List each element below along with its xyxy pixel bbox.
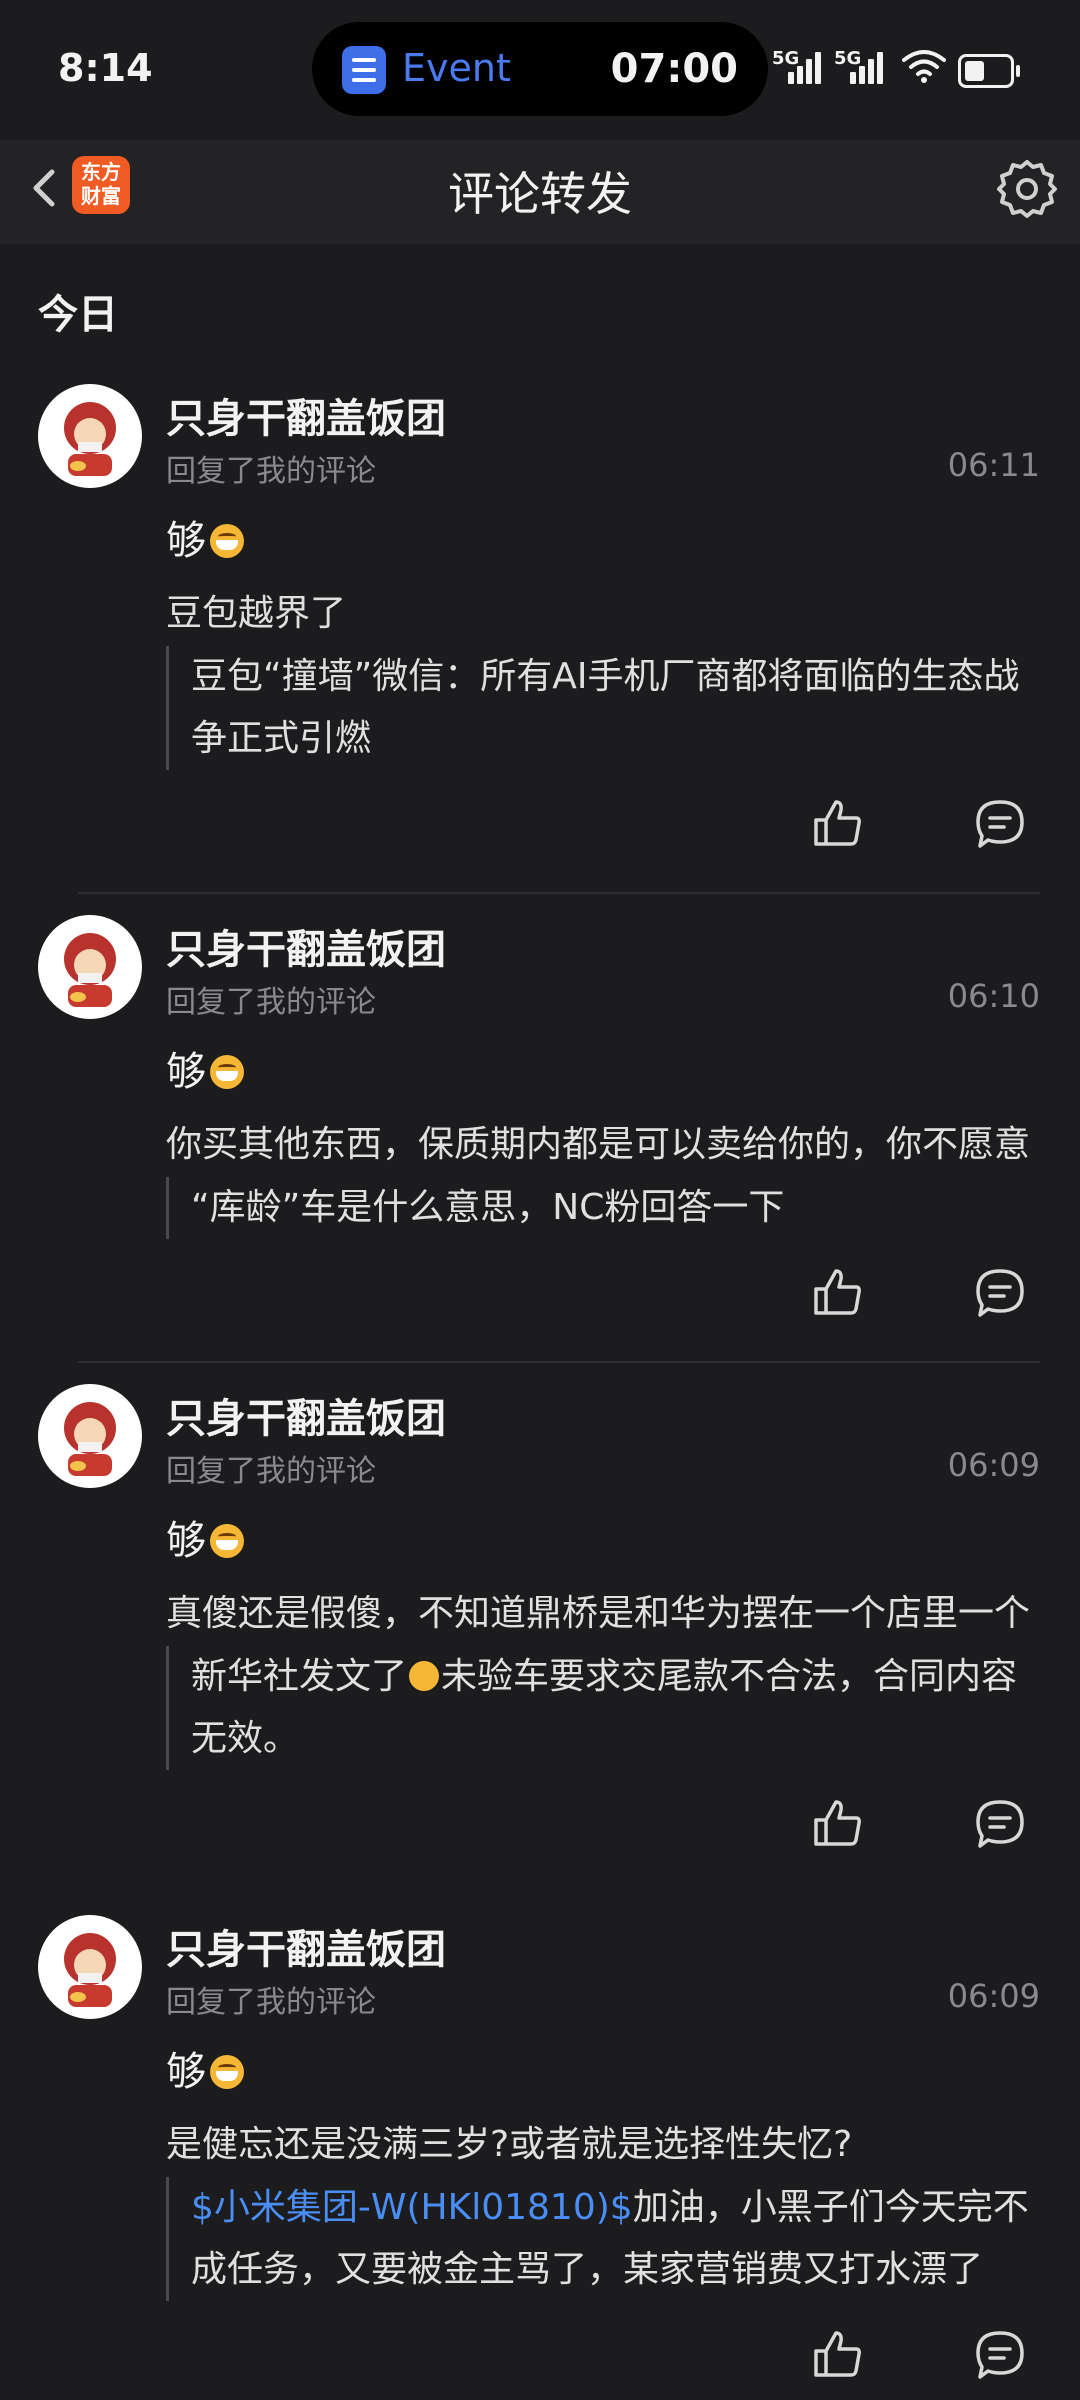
status-time: 8:14 — [58, 46, 153, 90]
nav-bar: 东方财富 评论转发 — [0, 140, 1080, 244]
avatar[interactable] — [38, 384, 142, 488]
username[interactable]: 只身干翻盖饭团 — [166, 917, 446, 975]
comment-icon[interactable] — [972, 1265, 1028, 1321]
notification-item[interactable]: 只身干翻盖饭团 回复了我的评论 06:09 够 是健忘还是没满三岁?或者就是选择… — [0, 1915, 1080, 2400]
grin-emoji-icon — [210, 1524, 244, 1558]
divider — [78, 892, 1040, 894]
thumbs-up-icon[interactable] — [810, 1265, 866, 1321]
username[interactable]: 只身干翻盖饭团 — [166, 1917, 446, 1975]
reply-text: 够 — [166, 1039, 244, 1097]
avatar[interactable] — [38, 1915, 142, 2019]
action-text: 回复了我的评论 — [166, 1454, 376, 1489]
event-time: 07:00 — [610, 46, 738, 92]
cell-signal-icon-1: 5G — [772, 48, 822, 84]
reply-text: 够 — [166, 1508, 244, 1566]
quoted-post[interactable]: 豆包“撞墙”微信：所有AI手机厂商都将面临的生态战 争正式引燃 — [166, 646, 1042, 770]
comment-icon[interactable] — [972, 2327, 1028, 2383]
quoted-post[interactable]: “库龄”车是什么意思，NC粉回答一下 — [166, 1177, 1042, 1239]
timestamp: 06:10 — [947, 977, 1040, 1015]
event-label: Event — [402, 46, 511, 90]
page-title: 评论转发 — [448, 167, 632, 221]
comment-icon[interactable] — [972, 1796, 1028, 1852]
username[interactable]: 只身干翻盖饭团 — [166, 386, 446, 444]
reply-text: 够 — [166, 2039, 244, 2097]
timestamp: 06:11 — [947, 446, 1040, 484]
wifi-icon — [902, 50, 946, 83]
laugh-cry-emoji-icon — [409, 1661, 440, 1691]
status-bar: 8:14 Event 07:00 5G 5G — [0, 0, 1080, 140]
gear-icon[interactable] — [992, 154, 1062, 224]
timestamp: 06:09 — [947, 1977, 1040, 2015]
battery-icon — [958, 54, 1020, 88]
quoted-post[interactable]: $小米集团-W(HKl01810)$加油，小黑子们今天完不 成任务，又要被金主骂… — [166, 2177, 1042, 2301]
timestamp: 06:09 — [947, 1446, 1040, 1484]
my-comment[interactable]: 豆包越界了 — [166, 584, 1040, 636]
notification-item[interactable]: 只身干翻盖饭团 回复了我的评论 06:11 够 豆包越界了 豆包“撞墙”微信：所… — [0, 384, 1080, 884]
avatar[interactable] — [38, 1384, 142, 1488]
notification-item[interactable]: 只身干翻盖饭团 回复了我的评论 06:09 够 真傻还是假傻，不知道鼎桥是和华为… — [0, 1384, 1080, 1884]
comment-icon[interactable] — [972, 796, 1028, 852]
my-comment[interactable]: 是健忘还是没满三岁?或者就是选择性失忆? — [166, 2115, 1040, 2167]
thumbs-up-icon[interactable] — [810, 796, 866, 852]
username[interactable]: 只身干翻盖饭团 — [166, 1386, 446, 1444]
section-date-header: 今日 — [38, 292, 118, 338]
avatar[interactable] — [38, 915, 142, 1019]
action-text: 回复了我的评论 — [166, 454, 376, 489]
quoted-post[interactable]: 新华社发文了 未验车要求交尾款不合法，合同内容 无效。 — [166, 1646, 1042, 1770]
grin-emoji-icon — [210, 524, 244, 558]
thumbs-up-icon[interactable] — [810, 1796, 866, 1852]
notification-item[interactable]: 只身干翻盖饭团 回复了我的评论 06:10 够 你买其他东西，保质期内都是可以卖… — [0, 915, 1080, 1355]
calendar-list-icon — [342, 46, 386, 94]
my-comment[interactable]: 真傻还是假傻，不知道鼎桥是和华为摆在一个店里一个 — [166, 1584, 1040, 1636]
grin-emoji-icon — [210, 2055, 244, 2089]
cell-signal-icon-2: 5G — [834, 48, 884, 84]
my-comment[interactable]: 你买其他东西，保质期内都是可以卖给你的，你不愿意 — [166, 1115, 1040, 1167]
action-text: 回复了我的评论 — [166, 1985, 376, 2020]
divider — [78, 1361, 1040, 1363]
stock-link[interactable]: $小米集团-W(HKl01810)$ — [191, 2187, 633, 2228]
reply-text: 够 — [166, 508, 244, 566]
grin-emoji-icon — [210, 1055, 244, 1089]
dynamic-island-event[interactable]: Event 07:00 — [312, 22, 768, 116]
action-text: 回复了我的评论 — [166, 985, 376, 1020]
thumbs-up-icon[interactable] — [810, 2327, 866, 2383]
